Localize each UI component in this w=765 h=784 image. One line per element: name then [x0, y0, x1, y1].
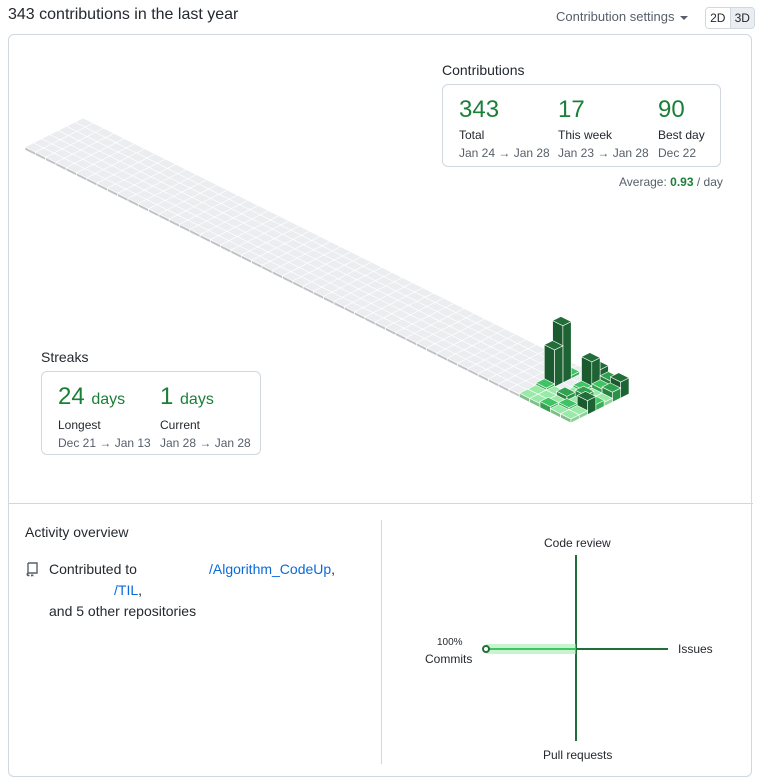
repo-link-til: /TIL,: [114, 582, 142, 598]
average-suffix: / day: [693, 175, 723, 189]
repo-icon: [26, 562, 38, 577]
repo-comma-2: ,: [138, 582, 143, 598]
stat-week-range: Jan 23 → Jan 28: [558, 146, 649, 160]
streak-current-unit: days: [180, 391, 214, 408]
stat-total-range: Jan 24 → Jan 28: [459, 146, 550, 160]
streak-longest: 24 days Longest Dec 21 → Jan 13: [58, 383, 151, 451]
streak-current: 1 days Current Jan 28 → Jan 28: [160, 383, 251, 451]
streak-current-range: Jan 28 → Jan 28: [160, 436, 251, 450]
repo-link-2[interactable]: /TIL: [114, 582, 138, 598]
contributions-title: Contributions: [442, 62, 525, 78]
other-repos-text: and 5 other repositories: [49, 603, 197, 619]
streak-current-caption: Current: [160, 418, 201, 432]
activity-divider: [381, 520, 382, 764]
stat-best-value: 90: [658, 96, 685, 123]
radar-label-issues: Issues: [678, 642, 713, 656]
streak-longest-value: 24: [58, 383, 85, 410]
stat-best-range: Dec 22: [658, 146, 697, 160]
streaks-title: Streaks: [41, 349, 89, 365]
activity-radar-chart: [482, 555, 668, 741]
radar-label-commits-pct: 100%: [437, 637, 463, 648]
average-value: 0.93: [670, 175, 694, 189]
streak-longest-caption: Longest: [58, 418, 101, 432]
streak-current-value: 1: [160, 383, 174, 410]
radar-label-code-review: Code review: [544, 536, 611, 550]
stat-week-value: 17: [558, 96, 585, 123]
repo-comma-1: ,: [331, 561, 336, 577]
streak-longest-unit: days: [91, 391, 126, 408]
radar-commits-point: [482, 645, 490, 653]
activity-overview-title: Activity overview: [25, 524, 129, 540]
stat-best: 90 Best day Dec 22: [658, 96, 705, 161]
stat-best-caption: Best day: [658, 128, 705, 142]
stat-total-value: 343: [459, 96, 500, 123]
repo-link-1[interactable]: /Algorithm_CodeUp: [209, 561, 331, 577]
stat-total-caption: Total: [459, 128, 485, 142]
stat-week: 17 This week Jan 23 → Jan 28: [558, 96, 649, 161]
stat-total: 343 Total Jan 24 → Jan 28: [459, 96, 550, 161]
streak-longest-range: Dec 21 → Jan 13: [58, 436, 151, 450]
section-divider: [8, 503, 753, 504]
repo-link-algorithm: /Algorithm_CodeUp,: [209, 561, 335, 577]
stat-week-caption: This week: [558, 128, 613, 142]
average-per-day: Average: 0.93 / day: [619, 175, 723, 189]
radar-label-commits: Commits: [425, 652, 473, 666]
radar-label-pull-requests: Pull requests: [543, 748, 613, 762]
average-prefix: Average:: [619, 175, 671, 189]
contributed-to-text: Contributed to: [49, 561, 137, 577]
